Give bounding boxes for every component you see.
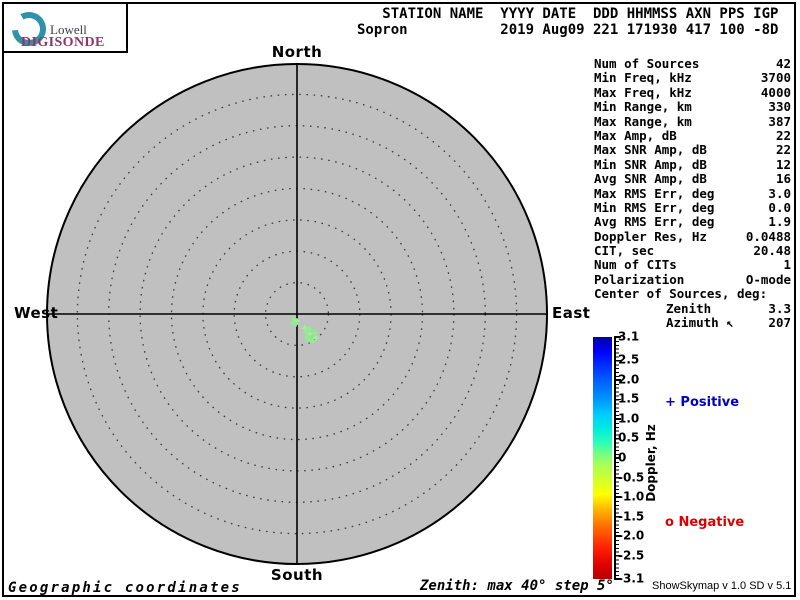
- stat-row: Max SNR Amp, dB 22: [594, 142, 791, 158]
- stat-row: Zenith 3.3: [666, 300, 791, 316]
- zenith-scale-label: Zenith: max 40° step 5°: [420, 578, 614, 594]
- positive-doppler-legend: + Positive: [665, 395, 740, 410]
- stat-row: CIT, sec 20.48: [594, 243, 791, 259]
- compass-north-label: North: [271, 43, 323, 61]
- header-station-values: Sopron 2019 Aug09 221 171930 417 100 -8D: [357, 22, 779, 38]
- stat-row: Max RMS Err, deg 3.0: [594, 185, 791, 201]
- stat-row: Avg SNR Amp, dB 16: [594, 171, 791, 187]
- stat-row: Min RMS Err, deg 0.0: [594, 199, 791, 215]
- colorbar-tick-label: 0: [618, 450, 627, 465]
- stat-row: Polarization O-mode: [594, 271, 791, 287]
- stat-row: Max Range, km 387: [594, 113, 791, 129]
- compass-south-label: South: [270, 566, 324, 584]
- logo-digisonde-text: DIGISONDE: [21, 35, 105, 50]
- skymap-plot: [46, 63, 548, 565]
- negative-doppler-legend: o Negative: [665, 515, 745, 530]
- header-column-titles: STATION NAME YYYY DATE DDD HHMMSS AXN PP…: [357, 6, 779, 22]
- stat-row: Num of CITs 1: [594, 257, 791, 273]
- colorbar-tick-label: -2.5: [618, 548, 645, 563]
- colorbar-tick-label: 1.0: [618, 411, 640, 426]
- stat-row: Azimuth ↖ 207: [666, 315, 791, 331]
- coordinates-mode-label: Geographic coordinates: [8, 580, 242, 596]
- lowell-digisonde-logo: Lowell DIGISONDE: [2, 2, 128, 53]
- colorbar-tick-label: -0.5: [618, 470, 645, 485]
- software-version-label: ShowSkymap v 1.0 SD v 5.1: [652, 580, 792, 592]
- colorbar-tick-label: 1.5: [618, 392, 640, 407]
- colorbar-tick-label: 0.5: [618, 431, 640, 446]
- colorbar-title: Doppler, Hz: [644, 424, 658, 502]
- stat-row: Avg RMS Err, deg 1.9: [594, 214, 791, 230]
- colorbar-tick-label: -3.1: [618, 571, 645, 586]
- compass-east-label: East: [552, 304, 591, 322]
- stat-row: Min SNR Amp, dB 12: [594, 156, 791, 172]
- stats-panel: Num of Sources 42 Min Freq, kHz 3700 Max Fre…: [594, 56, 791, 331]
- stat-row: Center of Sources, deg:: [594, 286, 768, 302]
- stat-row: Min Range, km 330: [594, 99, 791, 115]
- stat-row: Num of Sources 42: [594, 56, 791, 71]
- colorbar-tick-label: 2.5: [618, 353, 640, 368]
- stat-row: Max Amp, dB 22: [594, 127, 791, 143]
- colorbar-tick-label: 2.0: [618, 372, 640, 387]
- colorbar-tick-label: 3.1: [618, 329, 640, 344]
- colorbar-tick-label: -1.5: [618, 509, 645, 524]
- stat-row: Max Freq, kHz 4000: [594, 84, 791, 100]
- colorbar-tick-label: -2.0: [618, 528, 645, 543]
- stat-row: Min Freq, kHz 3700: [594, 70, 791, 86]
- colorbar-tick-label: -1.0: [618, 489, 645, 504]
- skymap-window: Lowell DIGISONDE STATION NAME YYYY DATE …: [0, 0, 800, 600]
- compass-west-label: West: [14, 304, 59, 322]
- colorbar-gradient: [593, 337, 612, 579]
- stat-row: Doppler Res, Hz 0.0488: [594, 228, 791, 244]
